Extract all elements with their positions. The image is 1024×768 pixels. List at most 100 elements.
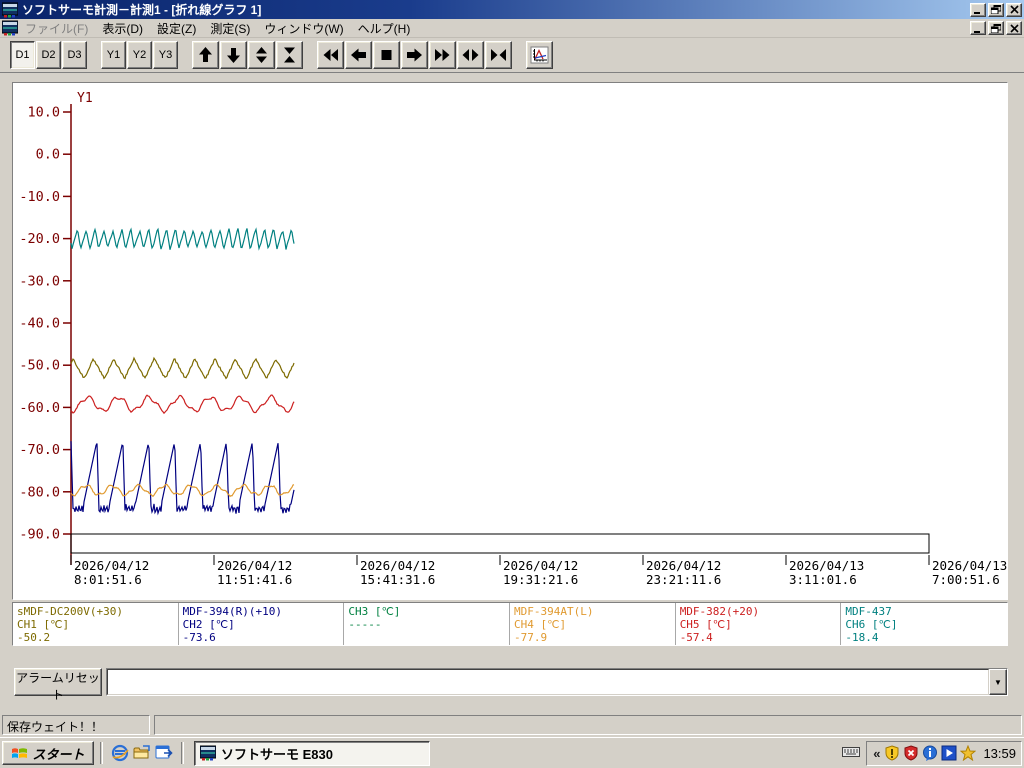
- channel-value: -73.6: [182, 631, 216, 644]
- taskbar-divider[interactable]: [181, 742, 184, 764]
- collapse-horizontal-icon: [491, 49, 506, 61]
- toolbar-stop-button[interactable]: [373, 41, 400, 69]
- series-ch4: [70, 483, 295, 498]
- restore-button[interactable]: [988, 2, 1004, 17]
- svg-text:23:21:11.6: 23:21:11.6: [646, 572, 721, 587]
- channel-title: MDF-437: [845, 605, 892, 618]
- toolbar-expand-vertical-button[interactable]: [248, 41, 275, 69]
- mdi-minimize-button[interactable]: [970, 21, 986, 35]
- toolbar-expand-horizontal-button[interactable]: [457, 41, 484, 69]
- toolbar-arrow-up-button[interactable]: [192, 41, 219, 69]
- menu-measure[interactable]: 測定(S): [203, 18, 257, 39]
- menu-bar: ファイル(F) 表示(D) 設定(Z) 測定(S) ウィンドウ(W) ヘルプ(H): [0, 19, 1024, 38]
- menu-help[interactable]: ヘルプ(H): [351, 18, 418, 39]
- channel-name: CH3 [℃]: [348, 605, 401, 618]
- close-button[interactable]: [1006, 2, 1022, 17]
- menu-file: ファイル(F): [25, 21, 89, 36]
- toolbar-y2-button[interactable]: Y2: [127, 41, 152, 69]
- svg-text:2026/04/12: 2026/04/12: [74, 558, 149, 573]
- svg-text:-30.0: -30.0: [19, 273, 60, 289]
- windows-logo-icon: [12, 747, 28, 758]
- svg-text:2026/04/12: 2026/04/12: [217, 558, 292, 573]
- toolbar-arrow-right-button[interactable]: [401, 41, 428, 69]
- toolbar-d1-button[interactable]: D1: [10, 41, 35, 69]
- star-icon[interactable]: [960, 745, 977, 761]
- mdi-close-button[interactable]: [1006, 21, 1022, 35]
- combobox-dropdown-button[interactable]: ▼: [989, 669, 1007, 695]
- channel-name: CH2 [℃]: [182, 618, 235, 631]
- legend-cell-ch1: sMDF-DC200V(+30) CH1 [℃] -50.2: [13, 603, 179, 645]
- toolbar-rewind-button[interactable]: [317, 41, 344, 69]
- keyboard-icon[interactable]: [842, 744, 861, 762]
- minimize-button[interactable]: [970, 2, 986, 17]
- legend-cell-ch2: MDF-394(R)(+10) CH2 [℃] -73.6: [179, 603, 345, 645]
- svg-text:-10.0: -10.0: [19, 189, 60, 205]
- menu-config[interactable]: 設定(Z): [150, 18, 203, 39]
- toolbar-fast-forward-button[interactable]: [429, 41, 456, 69]
- legend-cell-ch3: CH3 [℃] -----: [344, 603, 511, 645]
- arrow-left-icon: [351, 48, 366, 62]
- shield-warning-icon[interactable]: [884, 745, 900, 761]
- channel-title: sMDF-DC200V(+30): [17, 605, 123, 618]
- legend-cell-ch4: MDF-394AT(L) CH4 [℃] -77.9: [510, 603, 676, 645]
- series-ch6: [70, 227, 295, 251]
- toolbar-line-graph-button[interactable]: [526, 41, 553, 69]
- alarm-combobox[interactable]: ▼: [106, 668, 1008, 696]
- svg-text:Y1: Y1: [77, 91, 93, 106]
- arrow-down-icon: [227, 48, 240, 63]
- toolbar-arrow-left-button[interactable]: [345, 41, 372, 69]
- line-chart-svg: Y1 10.0 0.0 -10.0 -20.0 -30.0 -40.0 -50.0 -60.0 -…: [19, 91, 1007, 587]
- app-icon: [200, 745, 216, 761]
- app-icon[interactable]: [2, 2, 18, 18]
- legend-cell-ch5: MDF-382(+20) CH5 [℃] -57.4: [676, 603, 842, 645]
- svg-text:-90.0: -90.0: [19, 527, 60, 543]
- task-button-label: ソフトサーモ E830: [221, 746, 333, 762]
- mail-icon[interactable]: [153, 742, 175, 764]
- toolbar-d3-button[interactable]: D3: [62, 41, 87, 69]
- svg-text:0.0: 0.0: [36, 147, 60, 163]
- collapse-vertical-icon: [284, 47, 295, 63]
- svg-text:-40.0: -40.0: [19, 316, 60, 332]
- arrow-right-icon: [407, 48, 422, 62]
- taskbar-divider[interactable]: [100, 742, 103, 764]
- info-balloon-icon[interactable]: [922, 745, 938, 761]
- toolbar-y1-button[interactable]: Y1: [101, 41, 126, 69]
- channel-name: CH1 [℃]: [17, 618, 70, 631]
- series-ch2: [70, 441, 295, 516]
- stop-icon: [381, 50, 392, 60]
- alarm-reset-button[interactable]: アラームリセット: [14, 668, 102, 702]
- start-button[interactable]: スタート: [2, 741, 94, 765]
- document-icon[interactable]: [2, 20, 18, 36]
- tray-collapse-chevron[interactable]: «: [872, 746, 881, 761]
- series-ch5: [70, 394, 295, 415]
- svg-text:8:01:51.6: 8:01:51.6: [74, 572, 142, 587]
- channel-value: -57.4: [679, 631, 713, 644]
- channel-value: -50.2: [17, 631, 51, 644]
- toolbar-d2-button[interactable]: D2: [36, 41, 61, 69]
- ie-icon[interactable]: [109, 742, 131, 764]
- alarm-combobox-field[interactable]: [107, 669, 989, 695]
- folder-icon[interactable]: [131, 742, 153, 764]
- channel-title: MDF-394AT(L): [514, 605, 594, 618]
- svg-text:2026/04/13: 2026/04/13: [932, 558, 1007, 573]
- desktop: { "window": { "title": "ソフトサーモ計測－計測1 - […: [0, 0, 1024, 768]
- svg-text:19:31:21.6: 19:31:21.6: [503, 572, 578, 587]
- menu-view[interactable]: 表示(D): [95, 18, 150, 39]
- toolbar-collapse-vertical-button[interactable]: [276, 41, 303, 69]
- toolbar-arrow-down-button[interactable]: [220, 41, 247, 69]
- svg-text:7:00:51.6: 7:00:51.6: [932, 572, 1000, 587]
- svg-text:-60.0: -60.0: [19, 400, 60, 416]
- graph-window: Y1 10.0 0.0 -10.0 -20.0 -30.0 -40.0 -50.0 -60.0 -…: [0, 73, 1024, 712]
- legend-cell-ch6: MDF-437 CH6 [℃] -18.4: [841, 603, 1007, 645]
- alarm-row: アラームリセット ▼: [0, 665, 1024, 702]
- status-bar: 保存ウェイト！！: [0, 712, 1024, 737]
- shield-error-icon[interactable]: [903, 745, 919, 761]
- svg-text:2026/04/12: 2026/04/12: [646, 558, 721, 573]
- menu-window[interactable]: ウィンドウ(W): [257, 18, 350, 39]
- media-play-icon[interactable]: [941, 745, 957, 761]
- mdi-restore-button[interactable]: [988, 21, 1004, 35]
- taskbar-clock: 13:59: [983, 745, 1016, 761]
- toolbar-y3-button[interactable]: Y3: [153, 41, 178, 69]
- toolbar-collapse-horizontal-button[interactable]: [485, 41, 512, 69]
- task-button-softthermo[interactable]: ソフトサーモ E830: [194, 740, 430, 766]
